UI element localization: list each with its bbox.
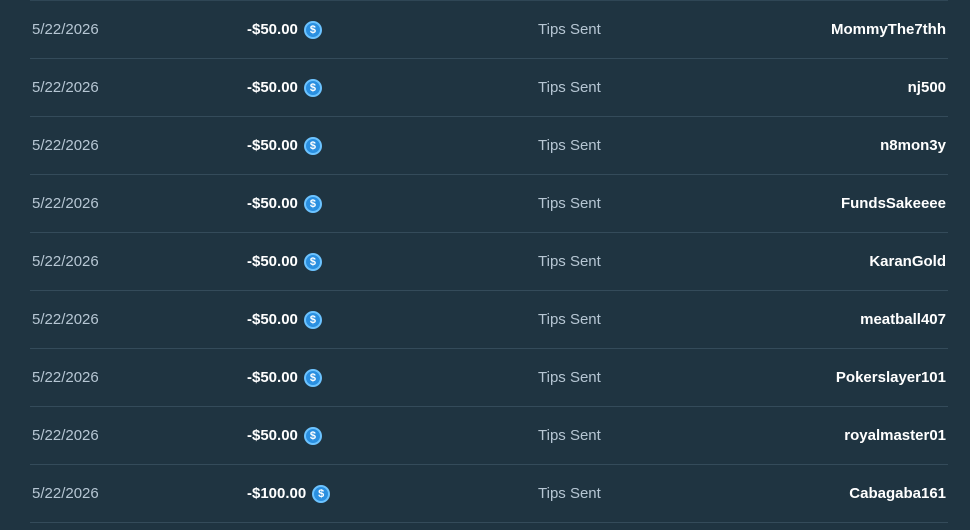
- transaction-type: Tips Sent: [538, 79, 601, 96]
- usdc-coin-icon: $: [303, 21, 322, 39]
- amount-value: -$50.00: [247, 195, 298, 212]
- amount-value: -$50.00: [247, 253, 298, 270]
- transaction-user[interactable]: KaranGold: [869, 233, 946, 291]
- transaction-amount: -$100.00 $: [247, 465, 331, 523]
- transaction-amount: -$50.00 $: [247, 291, 322, 349]
- amount-value: -$50.00: [247, 137, 298, 154]
- transaction-date: 5/22/2026: [32, 427, 99, 444]
- transaction-user[interactable]: Pokerslayer101: [836, 349, 946, 407]
- usdc-coin-icon: $: [303, 369, 322, 387]
- transaction-amount: -$50.00 $: [247, 175, 322, 233]
- table-row: 5/22/2026 -$50.00 $ Tips Sent FundsSakeee…: [30, 175, 948, 233]
- table-row: 5/22/2026 -$50.00 $ Tips Sent MommyThe7th…: [30, 1, 948, 59]
- transaction-type: Tips Sent: [538, 137, 601, 154]
- transaction-user[interactable]: nj500: [908, 59, 946, 117]
- transaction-date: 5/22/2026: [32, 253, 99, 270]
- transaction-user[interactable]: Cabagaba161: [849, 465, 946, 523]
- table-row: 5/22/2026 -$50.00 $ Tips Sent nj500: [30, 59, 948, 117]
- transaction-date: 5/22/2026: [32, 137, 99, 154]
- table-row: 5/22/2026 -$50.00 $ Tips Sent Pokerslayer…: [30, 349, 948, 407]
- transaction-date: 5/22/2026: [32, 195, 99, 212]
- transaction-amount: -$50.00 $: [247, 117, 322, 175]
- transaction-user[interactable]: meatball407: [860, 291, 946, 349]
- amount-value: -$50.00: [247, 427, 298, 444]
- transaction-amount: -$50.00 $: [247, 59, 322, 117]
- transaction-type: Tips Sent: [538, 311, 601, 328]
- transaction-type: Tips Sent: [538, 427, 601, 444]
- transaction-amount: -$50.00 $: [247, 233, 322, 291]
- transaction-date: 5/22/2026: [32, 485, 99, 502]
- amount-value: -$100.00: [247, 485, 307, 502]
- transaction-amount: -$50.00 $: [247, 1, 322, 59]
- transaction-type: Tips Sent: [538, 369, 601, 386]
- table-row: 5/22/2026 -$50.00 $ Tips Sent KaranGold: [30, 233, 948, 291]
- transactions-table: 5/22/2026 -$50.00 $ Tips Sent MommyThe7th…: [30, 0, 948, 530]
- transaction-type: Tips Sent: [538, 21, 601, 38]
- transaction-user[interactable]: royalmaster01: [844, 407, 946, 465]
- transaction-user[interactable]: MommyThe7thh: [831, 1, 946, 59]
- transaction-user[interactable]: n8mon3y: [880, 117, 946, 175]
- table-row: 5/22/2026 -$50.00 $ Tips Sent royalmaster…: [30, 407, 948, 465]
- table-row: 5/22/2026 -$50.00 $ Tips Sent n8mon3y: [30, 117, 948, 175]
- transaction-type: Tips Sent: [538, 485, 601, 502]
- table-row: 5/22/2026 -$100.00 $ Tips Sent Cabagaba16…: [30, 465, 948, 523]
- usdc-coin-icon: $: [303, 427, 322, 445]
- amount-value: -$50.00: [247, 311, 298, 328]
- transaction-amount: -$50.00 $: [247, 349, 322, 407]
- usdc-coin-icon: $: [312, 485, 331, 503]
- amount-value: -$50.00: [247, 79, 298, 96]
- transaction-user[interactable]: FundsSakeeee: [841, 175, 946, 233]
- transaction-date: 5/22/2026: [32, 369, 99, 386]
- transaction-date: 5/22/2026: [32, 311, 99, 328]
- transaction-date: 5/22/2026: [32, 79, 99, 96]
- usdc-coin-icon: $: [303, 79, 322, 97]
- amount-value: -$50.00: [247, 21, 298, 38]
- usdc-coin-icon: $: [303, 253, 322, 271]
- transaction-date: 5/22/2026: [32, 21, 99, 38]
- transaction-type: Tips Sent: [538, 195, 601, 212]
- usdc-coin-icon: $: [303, 311, 322, 329]
- amount-value: -$50.00: [247, 369, 298, 386]
- table-row: 5/22/2026 -$50.00 $ Tips Sent meatball407: [30, 291, 948, 349]
- usdc-coin-icon: $: [303, 137, 322, 155]
- usdc-coin-icon: $: [303, 195, 322, 213]
- transaction-type: Tips Sent: [538, 253, 601, 270]
- transaction-amount: -$50.00 $: [247, 407, 322, 465]
